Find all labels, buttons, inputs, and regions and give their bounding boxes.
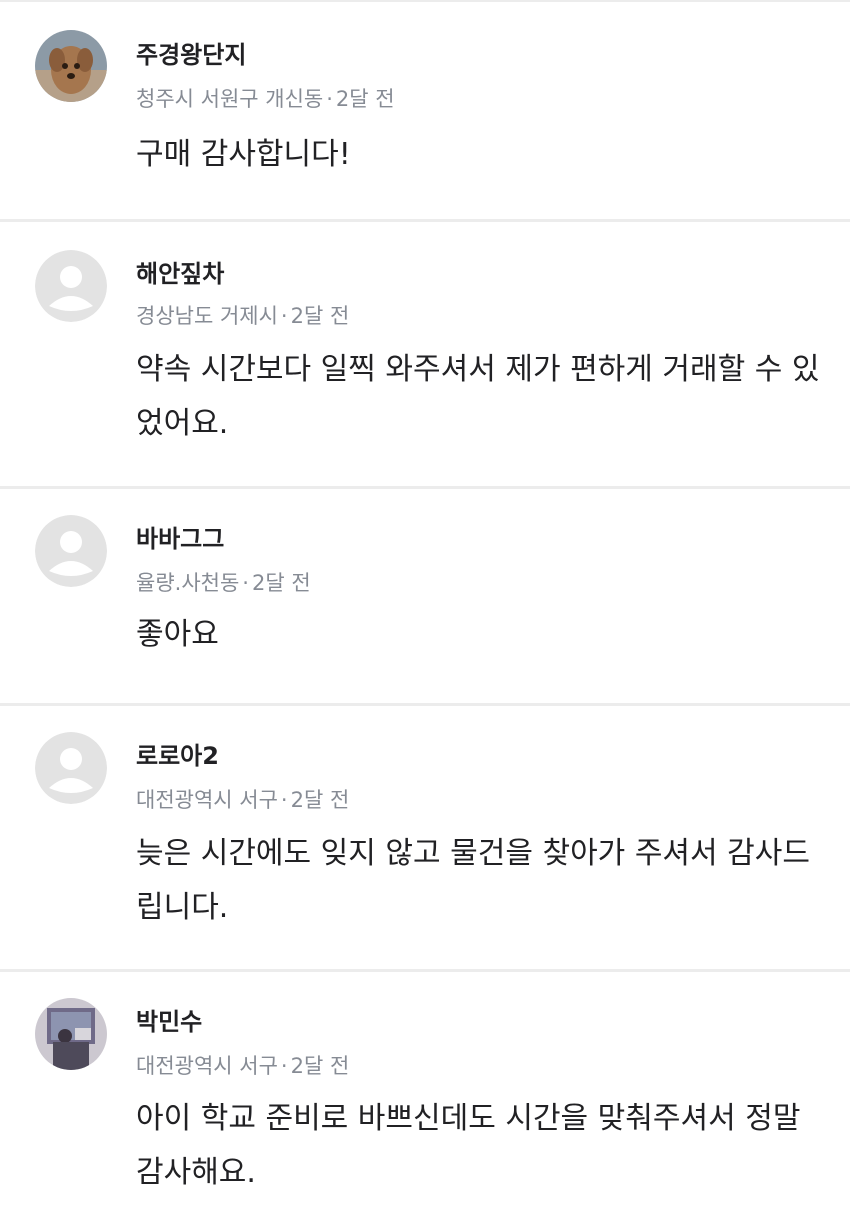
review-meta: 대전광역시 서구 · 2달 전 (136, 790, 349, 811)
review-list: 주경왕단지 청주시 서원구 개신동 · 2달 전 구매 감사합니다! 해안짚차 경상… (0, 0, 850, 1229)
review-time: 2달 전 (251, 571, 311, 595)
meta-separator: · (280, 788, 288, 812)
review-item: 로로아2 대전광역시 서구 · 2달 전 늦은 시간에도 잊지 않고 물건을 찾아가… (0, 706, 850, 969)
review-time: 2달 전 (290, 1054, 350, 1078)
meta-separator: · (280, 1054, 288, 1078)
reviewer-location: 대전광역시 서구 (136, 1054, 278, 1078)
review-text: 아이 학교 준비로 바쁘신데도 시간을 맞춰주셔서 정말 감사해요. (136, 1101, 801, 1190)
meta-separator: · (280, 304, 288, 328)
reviewer-nickname[interactable]: 주경왕단지 (136, 43, 246, 67)
dog-photo-avatar[interactable] (35, 30, 107, 102)
review-text: 늦은 시간에도 잊지 않고 물건을 찾아가 주셔서 감사드립니다. (136, 836, 810, 925)
review-time: 2달 전 (335, 87, 395, 111)
reviewer-location: 청주시 서원구 개신동 (136, 87, 324, 111)
default-profile-avatar[interactable] (35, 732, 107, 804)
reviewer-location: 율량.사천동 (136, 571, 240, 595)
review-text: 좋아요 (136, 617, 219, 652)
reviewer-location: 대전광역시 서구 (136, 788, 278, 812)
person-photo-avatar[interactable] (35, 998, 107, 1070)
review-item: 박민수 대전광역시 서구 · 2달 전 아이 학교 준비로 바쁘신데도 시간을 맞춰… (0, 972, 850, 1231)
review-meta: 대전광역시 서구 · 2달 전 (136, 1056, 349, 1077)
review-item: 주경왕단지 청주시 서원구 개신동 · 2달 전 구매 감사합니다! (0, 2, 850, 220)
review-item: 바바그그 율량.사천동 · 2달 전 좋아요 (0, 489, 850, 704)
default-profile-avatar[interactable] (35, 250, 107, 322)
review-time: 2달 전 (290, 304, 350, 328)
review-item: 해안짚차 경상남도 거제시 · 2달 전 약속 시간보다 일찍 와주셔서 제가 편하… (0, 222, 850, 488)
default-profile-avatar[interactable] (35, 515, 107, 587)
review-meta: 경상남도 거제시 · 2달 전 (136, 306, 349, 327)
reviewer-nickname[interactable]: 바바그그 (136, 527, 224, 551)
meta-separator: · (326, 87, 333, 111)
reviewer-nickname[interactable]: 해안짚차 (136, 262, 224, 286)
meta-separator: · (242, 571, 249, 595)
review-text: 약속 시간보다 일찍 와주셔서 제가 편하게 거래할 수 있었어요. (136, 352, 820, 441)
review-meta: 청주시 서원구 개신동 · 2달 전 (136, 89, 395, 110)
review-meta: 율량.사천동 · 2달 전 (136, 573, 311, 594)
review-text: 구매 감사합니다! (136, 137, 351, 172)
reviewer-location: 경상남도 거제시 (136, 304, 278, 328)
reviewer-nickname[interactable]: 박민수 (136, 1010, 202, 1034)
reviewer-nickname[interactable]: 로로아2 (136, 744, 219, 768)
review-time: 2달 전 (290, 788, 350, 812)
